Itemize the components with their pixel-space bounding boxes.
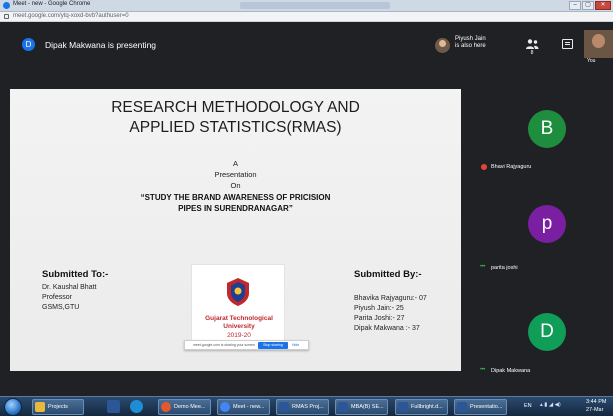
- taskbar-button-presentation[interactable]: Presentatio...: [454, 399, 507, 415]
- submitted-to-item: GSMS,GTU: [42, 304, 80, 311]
- chrome-favicon-icon: [3, 2, 10, 9]
- close-button[interactable]: ✕: [595, 1, 611, 10]
- url-text[interactable]: meet.google.com/ytq-xoxd-bvb?authuser=0: [13, 13, 129, 19]
- participant-name: Bhavi Rajyaguru: [491, 164, 532, 170]
- logo-name-line1: Gujarat Technological: [205, 315, 273, 322]
- ie-icon[interactable]: [130, 400, 143, 413]
- participant-avatar[interactable]: p: [528, 205, 566, 243]
- chrome-icon: [161, 402, 171, 412]
- taskbar-button-rmas[interactable]: RMAS Proj...: [276, 399, 329, 415]
- submitted-by-heading: Submitted By:-: [354, 269, 422, 280]
- logo-year: 2019-20: [227, 332, 251, 339]
- language-indicator[interactable]: EN: [524, 403, 532, 409]
- audio-level-icon: •••: [480, 264, 485, 270]
- university-logo-card: Gujarat Technological University 2019-20: [191, 264, 285, 349]
- submitted-by-item: Piyush Jain:- 25: [354, 305, 404, 312]
- tray-icons[interactable]: ▴ ▮ ◢ ◀): [540, 402, 561, 408]
- taskbar-button-meet[interactable]: Meet - new...: [217, 399, 270, 415]
- taskbar-button-demo[interactable]: Demo Mee...: [158, 399, 211, 415]
- slide-title-line1: RESEARCH METHODOLOGY AND: [111, 99, 360, 116]
- participant-avatar[interactable]: D: [528, 313, 566, 351]
- presenter-status: Dipak Makwana is presenting: [45, 40, 157, 50]
- submitted-by-item: Parita Joshi:- 27: [354, 315, 405, 322]
- presenter-avatar: D: [22, 38, 35, 51]
- also-here-name: Piyush Jain: [455, 36, 486, 42]
- word-icon: [457, 402, 467, 412]
- taskbar-button-fullbright[interactable]: Fullbright.d...: [395, 399, 448, 415]
- screen-share-banner: meet.google.com is sharing your screen S…: [184, 340, 309, 350]
- start-button[interactable]: [4, 398, 22, 416]
- window-title: Meet - new - Google Chrome: [13, 1, 91, 7]
- participant-name: parita joshi: [491, 265, 518, 271]
- blurred-tab: [240, 2, 390, 9]
- clock-date[interactable]: 27-Mar: [586, 407, 603, 413]
- minimize-button[interactable]: –: [569, 1, 581, 10]
- share-banner-message: meet.google.com is sharing your screen: [193, 343, 256, 347]
- presented-slide: RESEARCH METHODOLOGY AND APPLIED STATIST…: [10, 89, 461, 371]
- word-icon: [279, 402, 289, 412]
- submitted-to-item: Professor: [42, 294, 72, 301]
- lock-icon: [4, 14, 9, 19]
- university-emblem-icon: [227, 278, 249, 306]
- people-count: 8: [530, 50, 534, 56]
- submitted-to-heading: Submitted To:-: [42, 269, 109, 280]
- taskbar-button-projects[interactable]: Projects: [32, 399, 84, 415]
- participant-avatar[interactable]: B: [528, 110, 566, 148]
- self-label: You: [587, 58, 596, 64]
- also-here-avatar: [435, 38, 450, 53]
- taskbar-button-mba[interactable]: MBA(B) SE...: [335, 399, 388, 415]
- slide-topic-line1: “STUDY THE BRAND AWARENESS OF PRICISION: [140, 193, 331, 202]
- window-controls: – ▢ ✕: [569, 1, 611, 10]
- folder-icon: [35, 402, 45, 412]
- browser-title-bar: Meet - new - Google Chrome – ▢ ✕: [0, 0, 613, 12]
- hide-button[interactable]: Hide: [292, 343, 299, 347]
- participant-name: Dipak Makwana: [491, 368, 531, 374]
- slide-title-line2: APPLIED STATISTICS(RMAS): [129, 119, 342, 136]
- chrome-icon: [220, 402, 230, 412]
- windows-taskbar: Projects Demo Mee... Meet - new... RMAS …: [0, 396, 613, 416]
- submitted-to-item: Dr. Kaushal Bhatt: [42, 284, 97, 291]
- slide-topic-line2: PIPES IN SURENDRANAGAR”: [178, 204, 293, 213]
- submitted-by-item: Bhavika Rajyaguru:- 07: [354, 295, 427, 302]
- word-icon: [398, 402, 408, 412]
- stop-sharing-button[interactable]: Stop sharing: [258, 342, 288, 349]
- slide-presentation: Presentation: [214, 170, 257, 179]
- slide-a: A: [232, 159, 238, 168]
- logo-name-line2: University: [223, 323, 255, 330]
- word-icon[interactable]: [107, 400, 120, 413]
- clock-time[interactable]: 3:44 PM: [586, 399, 606, 405]
- submitted-by-item: Dipak Makwana :- 37: [354, 325, 420, 332]
- also-here-subtitle: is also here: [455, 43, 486, 49]
- chat-icon[interactable]: [562, 39, 573, 49]
- mic-muted-icon: [481, 164, 487, 170]
- audio-level-icon: •••: [480, 367, 485, 373]
- self-video-thumbnail[interactable]: [584, 30, 613, 58]
- people-icon[interactable]: [525, 38, 539, 50]
- word-icon: [338, 402, 348, 412]
- maximize-button[interactable]: ▢: [582, 1, 594, 10]
- address-bar[interactable]: meet.google.com/ytq-xoxd-bvb?authuser=0: [0, 12, 613, 22]
- slide-on: On: [230, 181, 241, 190]
